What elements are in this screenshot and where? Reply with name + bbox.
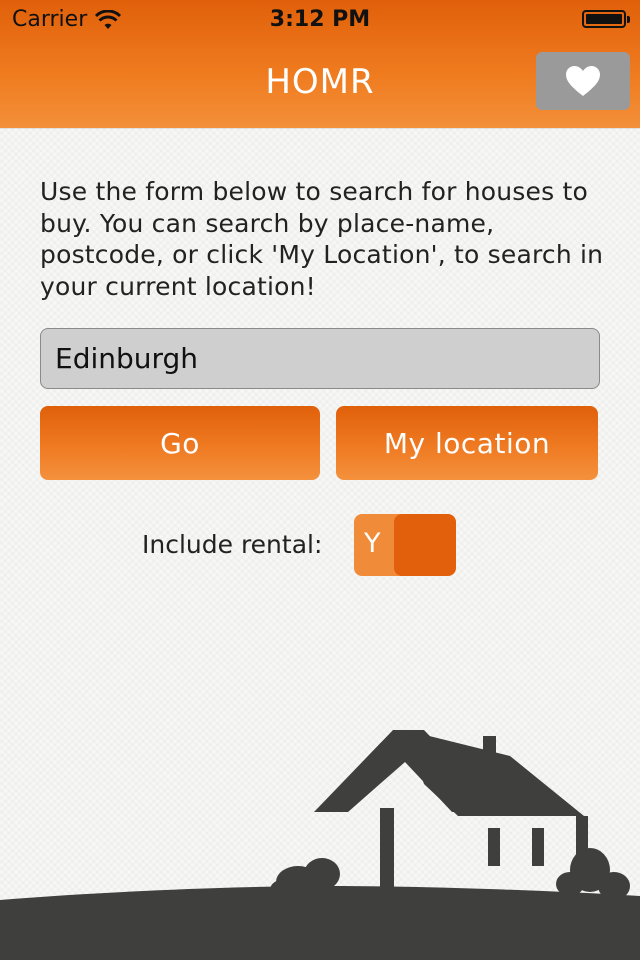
status-time: 3:12 PM — [269, 7, 371, 32]
go-button[interactable]: Go — [40, 406, 320, 480]
toggle-knob[interactable] — [394, 514, 456, 576]
favourites-button[interactable] — [536, 52, 630, 110]
status-bar: Carrier 3:12 PM — [0, 0, 640, 40]
my-location-button[interactable]: My location — [336, 406, 598, 480]
include-rental-toggle[interactable]: Y — [354, 514, 456, 576]
heart-icon — [566, 66, 600, 96]
include-rental-label: Include rental: — [142, 530, 323, 559]
toggle-state-text: Y — [364, 528, 381, 559]
battery-icon — [582, 10, 630, 28]
battery-level — [586, 14, 622, 24]
house-silhouette-illustration — [0, 730, 640, 960]
intro-text: Use the form below to search for houses … — [40, 177, 604, 301]
search-input[interactable] — [40, 328, 600, 389]
